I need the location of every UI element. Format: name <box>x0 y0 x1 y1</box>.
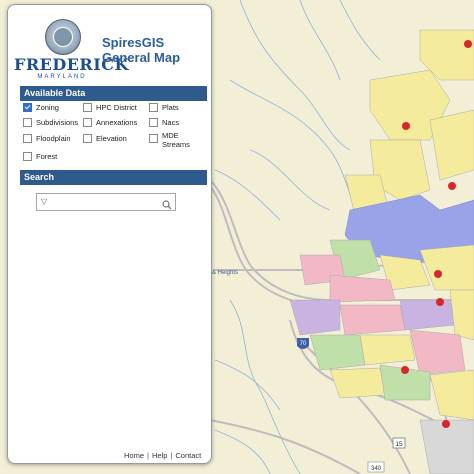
map-marker[interactable] <box>434 270 442 278</box>
city-seal-icon <box>45 19 81 55</box>
checkbox-icon[interactable] <box>23 103 32 112</box>
footer-links: Home | Help | Contact <box>124 451 201 460</box>
layer-toggle-annexations[interactable]: Annexations <box>83 118 137 127</box>
layer-toggle-forest[interactable]: Forest <box>23 152 57 161</box>
layer-toggle-subdivisions[interactable]: Subdivisions <box>23 118 78 127</box>
brand-name: FREDERICK <box>14 55 129 74</box>
layer-label: Nacs <box>162 118 180 127</box>
checkbox-icon[interactable] <box>149 118 158 127</box>
checkbox-icon[interactable] <box>23 118 32 127</box>
checkbox-icon[interactable] <box>149 103 158 112</box>
layer-label: HPC District <box>96 103 137 112</box>
layer-label: Zoning <box>36 103 59 112</box>
footer-separator: | <box>170 451 173 460</box>
layer-toggle-hpc-district[interactable]: HPC District <box>83 103 137 112</box>
search-header: Search <box>20 170 207 185</box>
layer-label: MDE Streams <box>162 131 190 149</box>
route-shield: 15 <box>392 437 406 449</box>
checkbox-icon[interactable] <box>149 134 158 143</box>
search-input[interactable] <box>55 195 155 209</box>
layer-label: Forest <box>36 152 58 161</box>
checkbox-icon[interactable] <box>83 134 92 143</box>
checkbox-icon[interactable] <box>83 103 92 112</box>
checkbox-icon[interactable] <box>23 152 32 161</box>
search-icon[interactable] <box>162 197 172 215</box>
map-label-heights: & Heights <box>212 270 238 276</box>
layer-label: Subdivisions <box>36 118 79 127</box>
search-box[interactable]: ▽ <box>36 193 176 211</box>
interstate-shield: 70 <box>297 338 309 349</box>
layer-toggle-mde-streams[interactable]: MDE Streams <box>149 131 207 149</box>
brand-subtitle: MARYLAND <box>37 74 87 80</box>
frederick-logo: FREDERICK MARYLAND <box>14 19 129 83</box>
layer-toggle-floodplain[interactable]: Floodplain <box>23 134 71 143</box>
layer-label: Annexations <box>96 118 138 127</box>
layer-toggle-nacs[interactable]: Nacs <box>149 118 179 127</box>
map-marker[interactable] <box>448 182 456 190</box>
interstate-number: 70 <box>300 341 307 347</box>
map-marker[interactable] <box>464 40 472 48</box>
map-marker[interactable] <box>436 298 444 306</box>
sidebar-panel: FREDERICK MARYLAND SpiresGIS General Map… <box>7 4 212 464</box>
map-marker[interactable] <box>442 420 450 428</box>
dropdown-icon[interactable]: ▽ <box>41 197 47 206</box>
layer-label: Plats <box>162 103 179 112</box>
checkbox-icon[interactable] <box>23 134 32 143</box>
app-title: SpiresGIS General Map <box>102 35 181 65</box>
layer-toggle-zoning[interactable]: Zoning <box>23 103 59 112</box>
layer-label: Elevation <box>96 134 127 143</box>
checkbox-icon[interactable] <box>83 118 92 127</box>
map-marker[interactable] <box>402 122 410 130</box>
home-link[interactable]: Home <box>124 451 144 460</box>
available-data-header: Available Data <box>20 86 207 101</box>
layer-label: Floodplain <box>36 134 71 143</box>
bottom-route-number: 340 <box>371 466 382 472</box>
bottom-route-shield: 340 <box>367 461 385 473</box>
map-marker[interactable] <box>401 366 409 374</box>
layer-toggle-elevation[interactable]: Elevation <box>83 134 127 143</box>
layer-toggle-plats[interactable]: Plats <box>149 103 179 112</box>
footer-separator: | <box>147 451 149 460</box>
help-link[interactable]: Help <box>152 451 167 460</box>
contact-link[interactable]: Contact <box>175 451 201 460</box>
route-number: 15 <box>395 441 403 448</box>
